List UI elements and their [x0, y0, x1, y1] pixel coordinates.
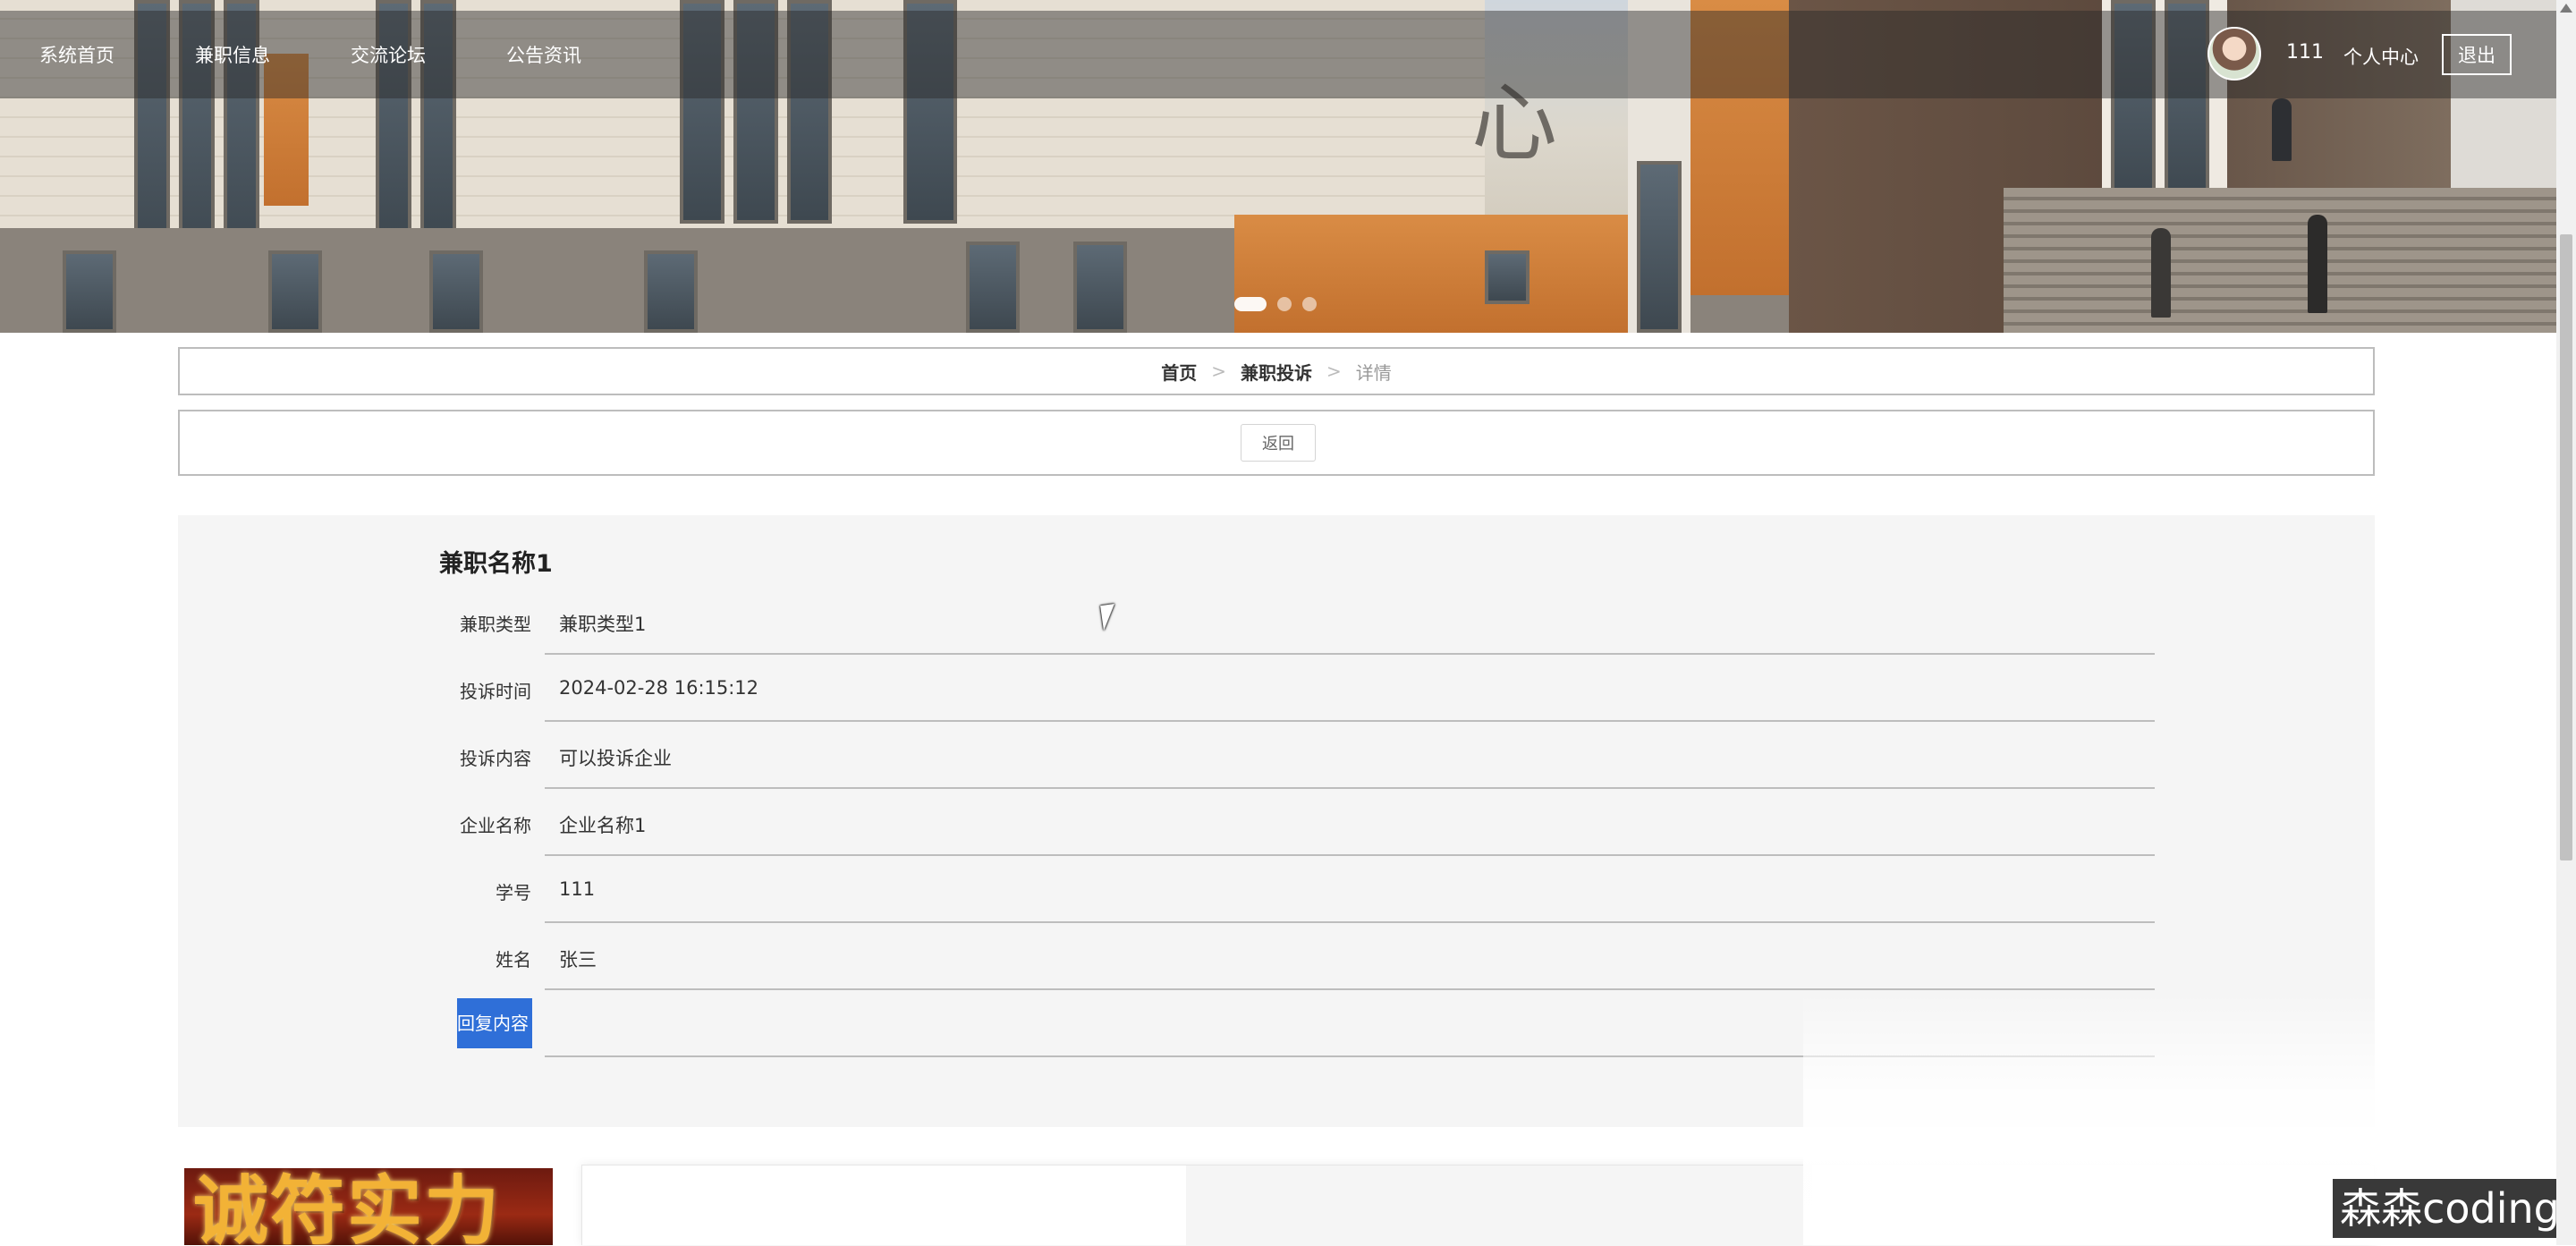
orange-panel — [1234, 215, 1628, 333]
field-value: 企业名称1 — [559, 815, 647, 836]
building-window — [1637, 161, 1682, 333]
nav-item-forum[interactable]: 交流论坛 — [351, 41, 426, 68]
carousel-dot-2[interactable] — [1277, 297, 1292, 311]
logout-button[interactable]: 退出 — [2442, 34, 2512, 75]
building-window — [966, 242, 1020, 333]
detail-title: 兼职名称1 — [439, 550, 553, 578]
field-label-selected: 回复内容 — [457, 998, 532, 1048]
field-value: 张三 — [559, 949, 597, 971]
watermark: 森森coding — [2333, 1179, 2567, 1238]
field-value: 111 — [559, 878, 596, 900]
action-bar: 返回 — [178, 410, 2375, 476]
nav-item-news[interactable]: 公告资讯 — [506, 41, 581, 68]
field-value: 兼职类型1 — [559, 614, 647, 635]
person-figure — [2151, 228, 2171, 318]
field-label: 投诉时间 — [460, 681, 531, 702]
field-value: 2024-02-28 16:15:12 — [559, 677, 759, 699]
field-row-job-type: 兼职类型 兼职类型1 — [178, 590, 2375, 657]
staircase — [2004, 188, 2576, 333]
building-window — [1485, 250, 1530, 304]
avatar[interactable] — [2207, 27, 2261, 81]
back-button[interactable]: 返回 — [1241, 424, 1316, 462]
field-row-complaint-content: 投诉内容 可以投诉企业 — [178, 725, 2375, 791]
breadcrumb-separator: > — [1326, 360, 1342, 382]
nav-item-jobs[interactable]: 兼职信息 — [195, 41, 270, 68]
scrollbar-thumb[interactable] — [2560, 234, 2572, 860]
field-divider — [545, 653, 2155, 655]
person-figure — [2308, 215, 2327, 313]
field-label: 学号 — [496, 882, 531, 903]
nav-item-home[interactable]: 系统首页 — [39, 41, 114, 68]
building-window — [644, 250, 698, 333]
carousel-indicators — [1234, 297, 1317, 311]
building-window — [429, 250, 483, 333]
promo-image[interactable]: 诚符实力 — [184, 1168, 553, 1245]
field-value: 可以投诉企业 — [559, 748, 672, 769]
field-divider — [545, 787, 2155, 789]
field-divider — [545, 921, 2155, 923]
field-label: 姓名 — [496, 949, 531, 971]
promo-image-art: 诚符实力 — [193, 1168, 502, 1245]
field-divider — [545, 720, 2155, 722]
building-window — [268, 250, 322, 333]
building-window — [63, 250, 116, 333]
field-divider — [545, 988, 2155, 990]
breadcrumb-current: 详情 — [1355, 361, 1392, 384]
field-label: 企业名称 — [460, 815, 531, 836]
building-window — [1073, 242, 1127, 333]
breadcrumb-separator: > — [1211, 360, 1226, 382]
field-row-company-name: 企业名称 企业名称1 — [178, 792, 2375, 858]
carousel-dot-3[interactable] — [1302, 297, 1317, 311]
field-divider — [545, 854, 2155, 856]
field-label: 投诉内容 — [460, 748, 531, 769]
top-navigation: 系统首页 兼职信息 交流论坛 公告资讯 111 个人中心 退出 — [0, 11, 2556, 98]
breadcrumb: 首页 > 兼职投诉 > 详情 — [178, 347, 2375, 395]
field-row-student-id: 学号 111 — [178, 859, 2375, 925]
field-label: 兼职类型 — [460, 614, 531, 635]
card-placeholder — [1186, 1165, 1812, 1246]
carousel-dot-1[interactable] — [1234, 297, 1267, 311]
field-row-name: 姓名 张三 — [178, 926, 2375, 992]
personal-center-link[interactable]: 个人中心 — [2343, 43, 2419, 70]
scroll-up-arrow-icon[interactable] — [2560, 4, 2572, 13]
breadcrumb-section[interactable]: 兼职投诉 — [1241, 359, 1312, 385]
username: 111 — [2286, 41, 2324, 64]
person-figure — [2272, 98, 2292, 161]
breadcrumb-home[interactable]: 首页 — [1161, 359, 1197, 385]
field-row-complaint-time: 投诉时间 2024-02-28 16:15:12 — [178, 657, 2375, 724]
